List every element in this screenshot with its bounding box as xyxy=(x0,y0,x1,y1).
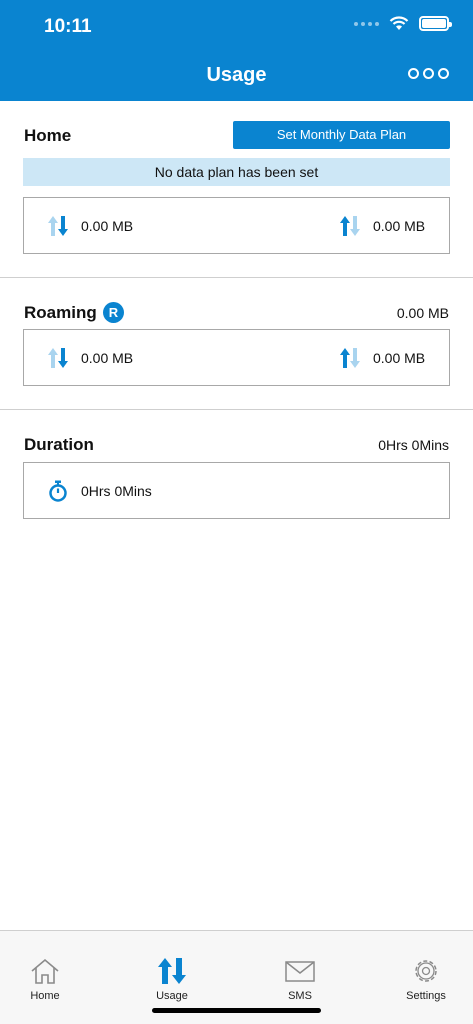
usage-arrows-icon xyxy=(158,958,186,984)
tab-sms-label: SMS xyxy=(288,990,312,1002)
download-arrows-icon xyxy=(48,215,68,236)
envelope-icon xyxy=(285,961,315,982)
roaming-upload-value: 0.00 MB xyxy=(373,349,426,366)
home-indicator xyxy=(152,1008,321,1013)
divider xyxy=(0,409,473,410)
home-icon xyxy=(31,958,59,984)
status-icons xyxy=(354,16,452,31)
duration-value: 0Hrs 0Mins xyxy=(81,482,152,499)
tab-home-label: Home xyxy=(30,990,60,1002)
tab-settings-label: Settings xyxy=(406,990,446,1002)
roaming-total: 0.00 MB xyxy=(396,305,449,321)
wifi-icon xyxy=(389,16,409,30)
duration-item: 0Hrs 0Mins xyxy=(46,463,152,518)
home-section-title: Home xyxy=(24,126,72,145)
roaming-download-value: 0.00 MB xyxy=(81,349,134,366)
tab-sms[interactable]: SMS xyxy=(255,931,345,1011)
tab-settings[interactable]: Settings xyxy=(381,931,471,1011)
tab-usage-label: Usage xyxy=(156,990,188,1002)
battery-icon xyxy=(419,16,452,31)
roaming-usage-box: 0.00 MB 0.00 MB xyxy=(23,329,450,386)
roaming-section-title: Roaming xyxy=(24,303,97,322)
duration-box: 0Hrs 0Mins xyxy=(23,462,450,519)
stopwatch-icon xyxy=(49,480,67,502)
more-icon xyxy=(408,68,419,79)
cellular-signal-icon xyxy=(354,21,379,26)
status-time: 10:11 xyxy=(44,16,92,37)
home-upload-value: 0.00 MB xyxy=(373,217,426,234)
set-data-plan-button[interactable]: Set Monthly Data Plan xyxy=(233,121,450,149)
upload-arrows-icon xyxy=(340,215,360,236)
roaming-badge: R xyxy=(103,302,124,323)
download-arrows-icon xyxy=(48,347,68,368)
app-header: 10:11 Usage xyxy=(0,0,473,101)
gear-icon xyxy=(415,960,437,982)
home-download-value: 0.00 MB xyxy=(81,217,134,234)
home-usage-box: 0.00 MB 0.00 MB xyxy=(23,197,450,254)
divider xyxy=(0,277,473,278)
home-upload: 0.00 MB xyxy=(338,198,425,253)
page-title: Usage xyxy=(206,64,267,86)
duration-total: 0Hrs 0Mins xyxy=(378,437,449,453)
upload-arrows-icon xyxy=(340,347,360,368)
tab-home[interactable]: Home xyxy=(0,931,90,1011)
home-download: 0.00 MB xyxy=(46,198,133,253)
roaming-download: 0.00 MB xyxy=(46,330,133,385)
more-options-button[interactable] xyxy=(408,68,449,79)
duration-section-title: Duration xyxy=(24,435,94,454)
tab-usage[interactable]: Usage xyxy=(127,931,217,1011)
roaming-upload: 0.00 MB xyxy=(338,330,425,385)
plan-notice: No data plan has been set xyxy=(23,158,450,186)
